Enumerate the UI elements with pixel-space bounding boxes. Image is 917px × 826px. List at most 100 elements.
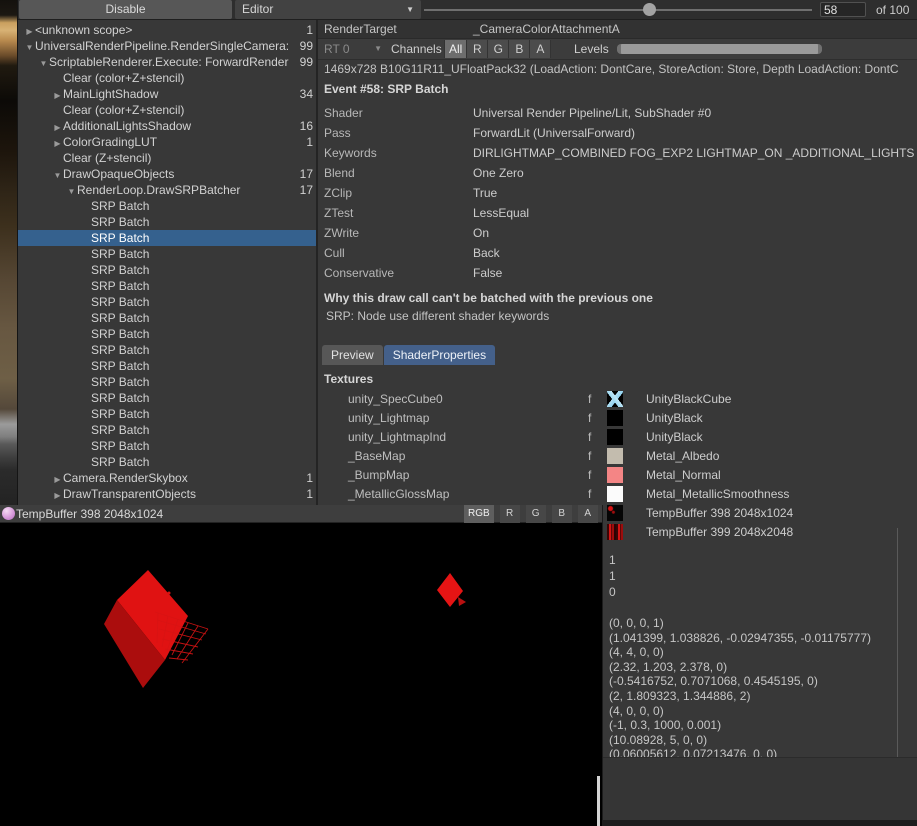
tree-row[interactable]: SRP Batch <box>18 438 316 454</box>
texture-row: unity_Lightmap f UnityBlack <box>318 409 917 428</box>
preview-channel-button[interactable]: G <box>526 505 546 523</box>
tree-row[interactable]: SRP Batch <box>18 246 316 262</box>
detail-tabs: PreviewShaderProperties <box>322 345 495 365</box>
tree-row[interactable]: Clear (color+Z+stencil) <box>18 102 316 118</box>
texture-thumbnail[interactable] <box>607 448 623 464</box>
tree-row[interactable]: SRP Batch <box>18 294 316 310</box>
tree-row[interactable]: SRP Batch <box>18 390 316 406</box>
chevron-down-icon: ▼ <box>406 0 414 19</box>
preview-channel-button[interactable]: R <box>500 505 520 523</box>
tree-row-label: ColorGradingLUT <box>63 135 157 149</box>
texture-thumbnail[interactable] <box>607 429 623 445</box>
levels-label: Levels <box>574 39 609 59</box>
disclosure-triangle-icon[interactable]: ▶ <box>24 24 35 38</box>
disclosure-triangle-icon[interactable]: ▶ <box>52 472 63 486</box>
preview-header[interactable]: TempBuffer 398 2048x1024 RGBRGBA <box>0 505 603 523</box>
channel-button[interactable]: A <box>530 40 551 58</box>
texture-thumbnail[interactable] <box>607 410 623 426</box>
texture-type-flag: f <box>588 390 591 409</box>
tree-row[interactable]: SRP Batch <box>18 198 316 214</box>
property-value: ForwardLit (UniversalForward) <box>473 123 915 143</box>
property-label: Shader <box>324 103 363 123</box>
toolbar: Disable Editor ▼ of 100 <box>18 0 917 20</box>
tree-row[interactable]: SRP Batch <box>18 278 316 294</box>
frame-number-input[interactable] <box>820 2 866 17</box>
tree-row[interactable]: Clear (color+Z+stencil) <box>18 70 316 86</box>
tree-row[interactable]: ▶ColorGradingLUT 1 <box>18 134 316 150</box>
tree-row[interactable]: SRP Batch <box>18 406 316 422</box>
property-value: LessEqual <box>473 203 915 223</box>
texture-asset-name: Metal_Albedo <box>646 447 719 466</box>
editor-dropdown[interactable]: Editor ▼ <box>235 0 421 19</box>
channel-button[interactable]: G <box>488 40 509 58</box>
texture-thumbnail[interactable] <box>607 505 623 521</box>
resize-handle-highlight[interactable] <box>597 776 600 826</box>
disclosure-triangle-icon[interactable]: ▶ <box>52 136 63 150</box>
channels-row: RT 0 ▼ Channels AllRGBA Levels <box>318 39 917 60</box>
levels-range-slider[interactable] <box>617 44 822 54</box>
tree-row[interactable]: ▼UniversalRenderPipeline.RenderSingleCam… <box>18 38 316 54</box>
tree-row[interactable]: ▶AdditionalLightsShadow 16 <box>18 118 316 134</box>
vector-value: (2, 1.809323, 1.344886, 2) <box>609 689 871 704</box>
disclosure-triangle-icon[interactable]: ▼ <box>66 184 77 198</box>
tree-row[interactable]: ▶MainLightShadow 34 <box>18 86 316 102</box>
texture-thumbnail[interactable] <box>607 524 623 540</box>
property-value: True <box>473 183 915 203</box>
channel-button[interactable]: B <box>509 40 530 58</box>
detail-tab[interactable]: Preview <box>322 345 383 365</box>
disable-button[interactable]: Disable <box>19 0 232 19</box>
disclosure-triangle-icon[interactable]: ▶ <box>52 120 63 134</box>
tree-row[interactable]: ▶Camera.RenderSkybox 1 <box>18 470 316 486</box>
texture-asset-name: Metal_MetallicSmoothness <box>646 485 789 504</box>
texture-thumbnail[interactable] <box>607 467 623 483</box>
rt-dropdown[interactable]: RT 0 ▼ <box>322 40 384 58</box>
property-value: DIRLIGHTMAP_COMBINED FOG_EXP2 LIGHTMAP_O… <box>473 143 915 163</box>
property-value: False <box>473 263 915 283</box>
tree-row[interactable]: SRP Batch <box>18 454 316 470</box>
detail-tab[interactable]: ShaderProperties <box>384 345 495 365</box>
tree-row[interactable]: SRP Batch <box>18 422 316 438</box>
channel-button[interactable]: R <box>467 40 488 58</box>
disclosure-triangle-icon[interactable]: ▶ <box>52 88 63 102</box>
tree-row[interactable]: SRP Batch <box>18 262 316 278</box>
tree-row[interactable]: ▼DrawOpaqueObjects 17 <box>18 166 316 182</box>
tree-row[interactable]: SRP Batch <box>18 358 316 374</box>
tree-row-label: SRP Batch <box>91 407 149 421</box>
tree-row-label: SRP Batch <box>91 391 149 405</box>
tree-row[interactable]: SRP Batch <box>18 326 316 342</box>
property-label: Keywords <box>324 143 377 163</box>
tree-row[interactable]: Clear (Z+stencil) <box>18 150 316 166</box>
property-row: Blend One Zero <box>318 163 917 183</box>
frame-slider-handle[interactable] <box>643 3 656 16</box>
texture-type-flag: f <box>588 409 591 428</box>
vector-value: (1.041399, 1.038826, -0.02947355, -0.011… <box>609 631 871 646</box>
texture-thumbnail[interactable] <box>607 486 623 502</box>
preview-channel-button[interactable]: B <box>552 505 572 523</box>
tree-row[interactable]: ▼ScriptableRenderer.Execute: ForwardRend… <box>18 54 316 70</box>
preview-channel-button[interactable]: RGB <box>464 505 494 523</box>
disclosure-triangle-icon[interactable]: ▼ <box>52 168 63 182</box>
tree-row-label: SRP Batch <box>91 279 149 293</box>
texture-thumbnail[interactable] <box>607 391 623 407</box>
tree-row[interactable]: SRP Batch <box>18 214 316 230</box>
tree-row-label: SRP Batch <box>91 455 149 469</box>
chevron-down-icon: ▼ <box>374 40 382 58</box>
tree-row[interactable]: SRP Batch <box>18 342 316 358</box>
frame-slider[interactable] <box>424 9 812 11</box>
tree-row-label: SRP Batch <box>91 423 149 437</box>
tree-row[interactable]: SRP Batch <box>18 310 316 326</box>
tree-row[interactable]: SRP Batch <box>18 374 316 390</box>
disclosure-triangle-icon[interactable]: ▼ <box>24 40 35 54</box>
frame-debugger-window: Disable Editor ▼ of 100 ▶<unknown scope>… <box>0 0 917 826</box>
scrollbar-track[interactable] <box>897 528 898 764</box>
tree-row[interactable]: SRP Batch <box>18 230 316 246</box>
tree-row[interactable]: ▼RenderLoop.DrawSRPBatcher 17 <box>18 182 316 198</box>
channel-button[interactable]: All <box>444 40 467 58</box>
tree-row[interactable]: ▶<unknown scope> 1 <box>18 22 316 38</box>
scalar-value: 1 <box>609 552 616 568</box>
preview-viewport <box>0 523 603 826</box>
disclosure-triangle-icon[interactable]: ▼ <box>38 56 49 70</box>
preview-channel-button[interactable]: A <box>578 505 598 523</box>
tree-row[interactable]: ▶DrawTransparentObjects 1 <box>18 486 316 502</box>
disclosure-triangle-icon[interactable]: ▶ <box>52 488 63 502</box>
